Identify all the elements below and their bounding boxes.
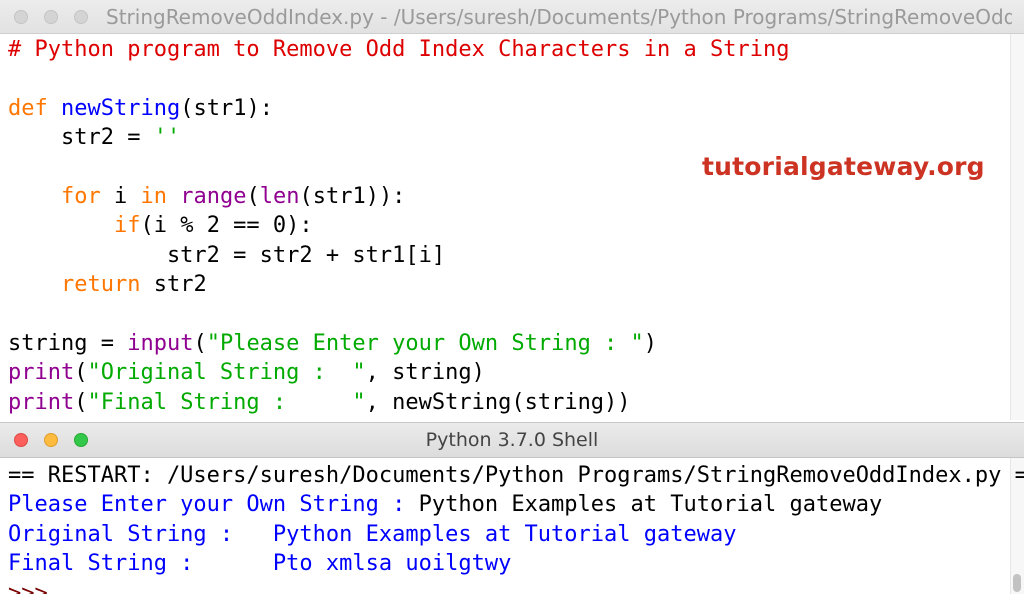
- editor-code-line: str2 = '': [8, 123, 789, 152]
- code-token-plain: == RESTART: /Users/suresh/Documents/Pyth…: [8, 463, 1024, 488]
- code-token-keyword: if: [113, 213, 141, 239]
- editor-code-line: for i in range(len(str1)):: [8, 182, 789, 211]
- code-token-string: "Original String : ": [87, 360, 366, 386]
- shell-title-bar[interactable]: Python 3.7.0 Shell: [0, 422, 1024, 458]
- shell-output-line: Original String : Python Examples at Tut…: [8, 520, 1024, 549]
- editor-code-line: # Python program to Remove Odd Index Cha…: [8, 35, 789, 64]
- editor-scrollbar[interactable]: [1010, 34, 1024, 420]
- editor-code-line: [8, 64, 789, 93]
- code-token-keyword: for: [60, 183, 101, 209]
- code-token-string: "Please Enter your Own String : ": [206, 330, 644, 356]
- code-token-stdout: Original String : Python Examples at Tut…: [8, 521, 737, 547]
- shell-output-line: Please Enter your Own String : Python Ex…: [8, 490, 1024, 519]
- code-token-stdout: Please Enter your Own String :: [8, 492, 419, 518]
- editor-code-line: print("Original String : ", string): [8, 358, 789, 387]
- code-token-plain: i: [100, 183, 141, 209]
- editor-code[interactable]: # Python program to Remove Odd Index Cha…: [8, 35, 789, 417]
- editor-code-line: return str2: [8, 270, 789, 299]
- code-token-plain: (str1):: [180, 95, 273, 121]
- editor-code-line: def newString(str1):: [8, 94, 789, 123]
- shell-output-line: >>>: [8, 579, 1024, 594]
- editor-window-title: StringRemoveOddIndex.py - /Users/suresh/…: [106, 5, 1012, 29]
- code-token-defname: newString: [61, 95, 181, 121]
- shell-output-line: Final String : Pto xmlsa uoilgtwy: [8, 549, 1024, 578]
- editor-code-line: str2 = str2 + str1[i]: [8, 241, 789, 270]
- code-token-builtin: print: [8, 389, 75, 415]
- code-token-string: "Final String : ": [87, 389, 366, 415]
- editor-close-icon[interactable]: [14, 10, 28, 24]
- code-token-plain: (str1)):: [299, 183, 406, 209]
- code-token-builtin: len: [259, 183, 300, 209]
- code-token-plain: , string): [365, 360, 485, 386]
- code-token-builtin: print: [8, 360, 75, 386]
- editor-title-bar[interactable]: StringRemoveOddIndex.py - /Users/suresh/…: [0, 0, 1024, 34]
- code-token-plain: (: [74, 389, 88, 415]
- code-token-comment: # Python program to Remove Odd Index Cha…: [8, 37, 790, 62]
- code-token-plain: string =: [8, 330, 128, 356]
- code-token-plain: (i % 2 == 0):: [140, 213, 313, 239]
- code-token-plain: (: [74, 360, 88, 386]
- shell-output-line: == RESTART: /Users/suresh/Documents/Pyth…: [8, 461, 1024, 490]
- code-token-plain: Python Examples at Tutorial gateway: [418, 492, 883, 518]
- editor-minimize-icon[interactable]: [44, 10, 58, 24]
- code-token-plain: ): [643, 330, 658, 356]
- code-token-plain: , newString(string)): [365, 389, 631, 415]
- code-token-string: '': [153, 125, 181, 151]
- editor-code-line: print("Final String : ", newString(strin…: [8, 388, 789, 417]
- code-token-keyword: in: [140, 183, 167, 209]
- code-token-keyword: def: [8, 95, 48, 121]
- code-token-plain: (: [193, 330, 207, 356]
- code-token-stdout: Final String : Pto xmlsa uoilgtwy: [8, 551, 512, 577]
- editor-code-line: if(i % 2 == 0):: [8, 211, 789, 240]
- code-token-plain: (: [246, 183, 260, 209]
- watermark-logo: tutorialgateway.org: [702, 152, 985, 181]
- code-token-builtin: range: [180, 183, 247, 209]
- editor-code-line: [8, 300, 789, 329]
- editor-code-line: string = input("Please Enter your Own St…: [8, 329, 789, 358]
- code-token-keyword: return: [60, 272, 141, 298]
- shell-code[interactable]: == RESTART: /Users/suresh/Documents/Pyth…: [8, 461, 1024, 594]
- editor-code-line: [8, 153, 789, 182]
- code-token-prompt: >>>: [8, 580, 48, 594]
- code-token-plain: str2: [140, 272, 207, 298]
- code-token-plain: str2 =: [8, 125, 154, 151]
- code-token-builtin: input: [127, 330, 194, 356]
- code-token-plain: str2 = str2 + str1[i]: [8, 242, 446, 268]
- shell-window-title: Python 3.7.0 Shell: [425, 429, 599, 451]
- editor-zoom-icon[interactable]: [74, 10, 88, 24]
